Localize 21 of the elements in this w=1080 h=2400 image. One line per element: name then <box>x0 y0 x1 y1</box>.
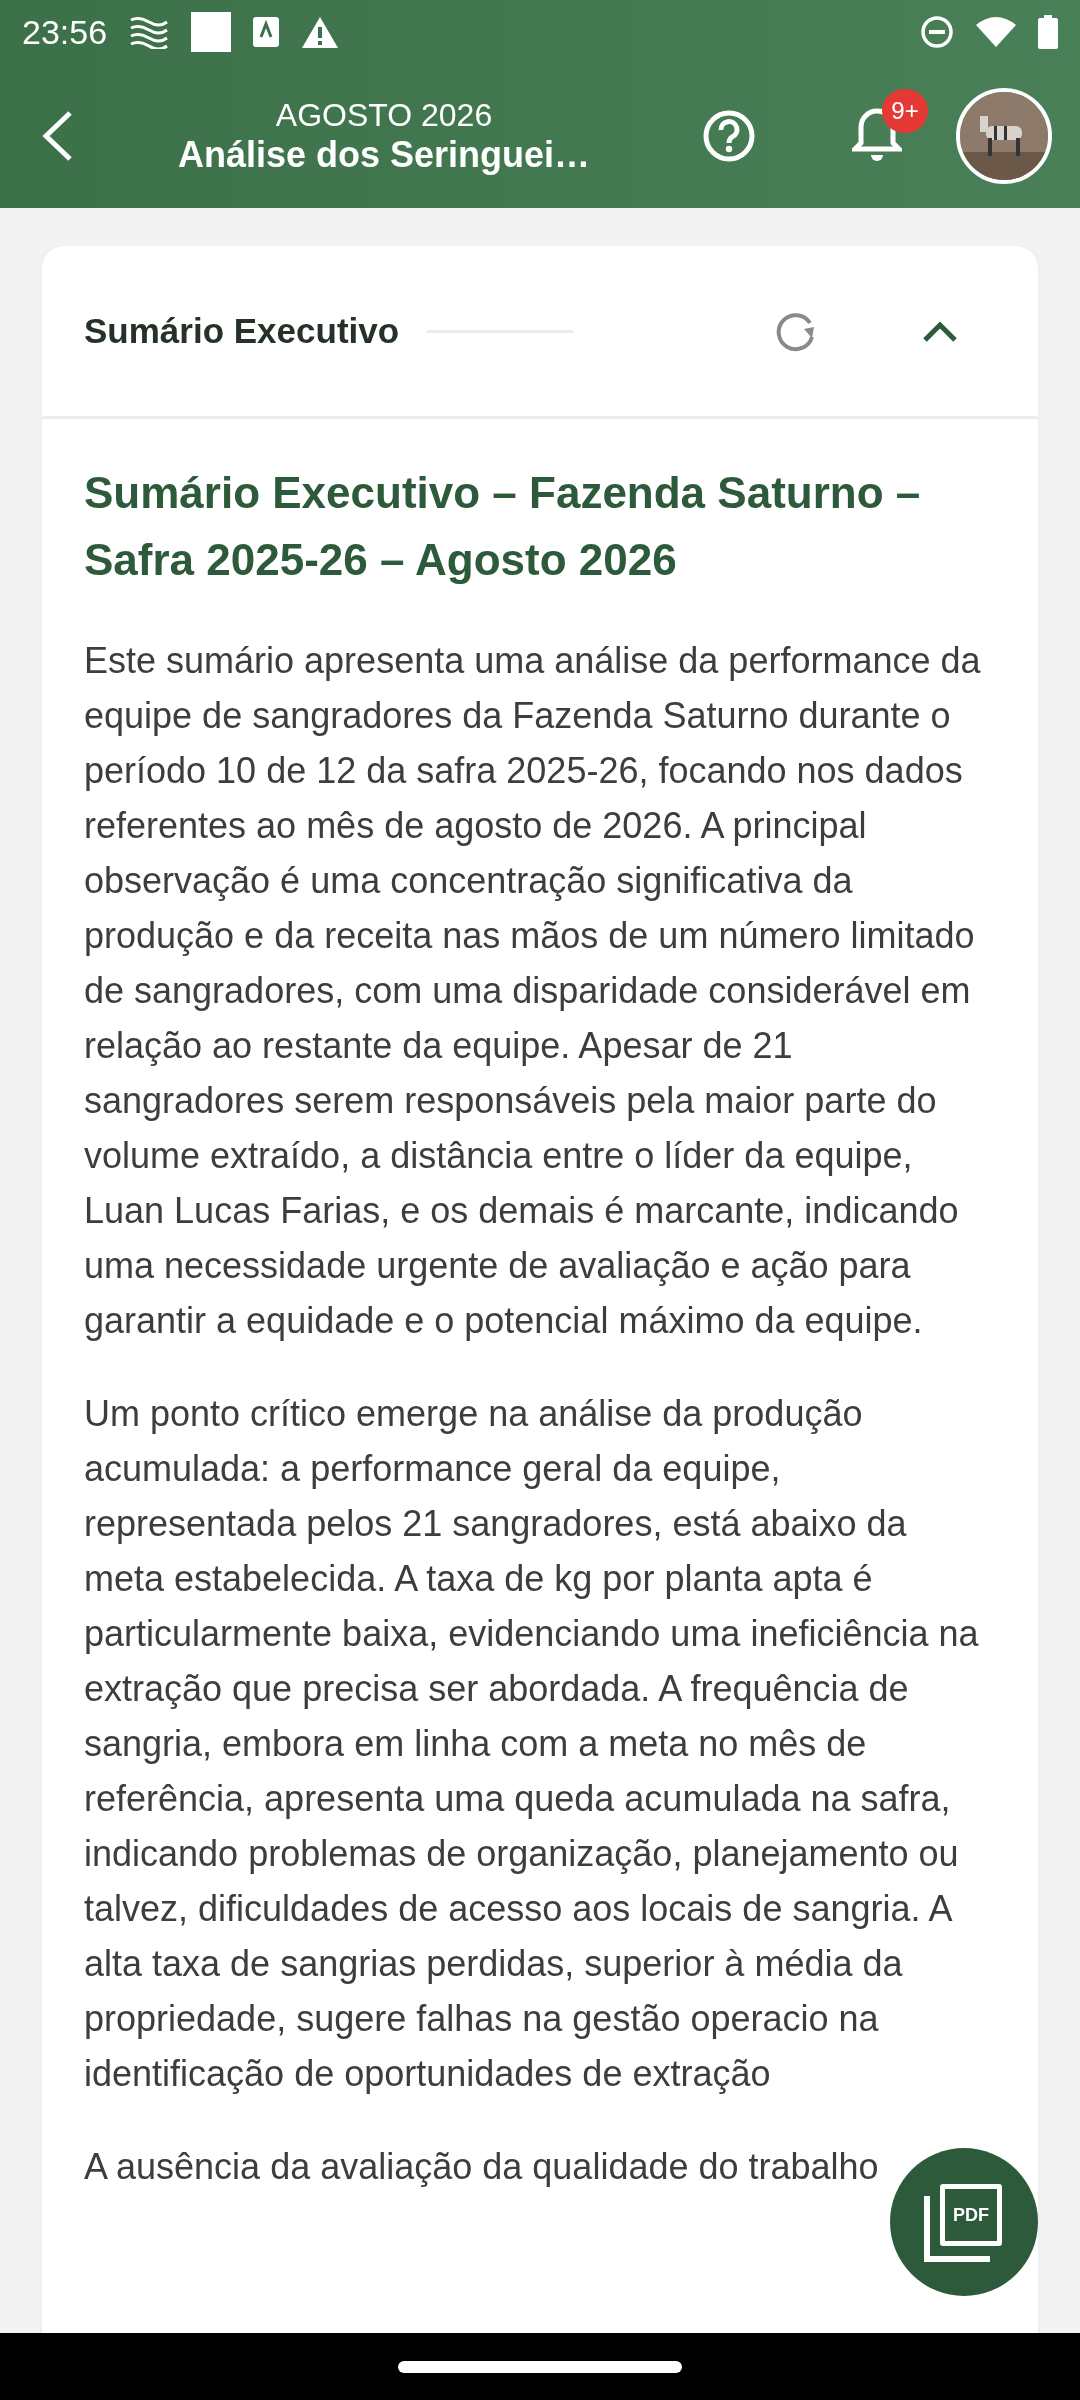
paragraph: Este sumário apresenta uma análise da performance da equipe de sangradores da Fazenda Saturno durante o período 10 de 12 da safra 2025-26, focando nos dados referentes ao mês de agosto de 2026. A principal observação é uma concentração significativa da produção e da receita nas mãos de um número limitado de sangradores, com uma disparidade considerável em relação ao restante da equipe. Apesar de 21 sangradores serem responsáveis pela maior parte do volume extraído, a distância entre o líder da equipe, Luan Lucas Farias, e os demais é marcante, indicando uma necessidade urgente de avaliação e ação para garantir a equidade e o potencial máximo da equipe. <box>84 639 982 1343</box>
notification-badge: 9+ <box>882 89 928 133</box>
home-indicator[interactable] <box>398 2360 682 2373</box>
wind-icon <box>129 15 170 49</box>
help-button[interactable] <box>702 109 756 163</box>
section-title: Sumário Executivo <box>84 311 400 351</box>
page-title: Análise dos Seringuei… <box>177 133 591 176</box>
battery-icon <box>1038 15 1058 49</box>
paragraph: A ausência da avaliação da qualidade do trabalho <box>84 2145 880 2189</box>
stack-icon <box>924 2196 990 2262</box>
collapse-button[interactable] <box>922 319 958 343</box>
square-icon <box>191 12 232 52</box>
wifi-icon <box>976 17 1016 47</box>
notifications-button[interactable]: 9+ <box>852 89 928 165</box>
do-not-disturb-icon <box>920 15 954 49</box>
month-label: AGOSTO 2026 <box>275 96 493 134</box>
back-icon <box>40 110 74 162</box>
clock: 23:56 <box>22 12 108 52</box>
paragraph: Um ponto crítico emerge na análise da produção acumulada: a performance geral da equipe, representada pelos 21 sangradores, está abaixo da meta estabelecida. A taxa de kg por planta apta é particularmente baixa, evidenciando uma ineficiência na extração que precisa ser abordada. A frequência de sangria, embora em linha com a meta no mês de referência, apresenta uma queda acumulada na safra, indicando problemas de organização, planejamento ou talvez, dificuldades de acesso aos locais de sangria. A alta taxa de sangrias perdidas, superior à média da propriedade, sugere falhas na gestão operacio na identificação de oportunidades de extração <box>84 1392 980 2096</box>
warning-icon <box>301 15 340 49</box>
summary-heading: Sumário Executivo – Fazenda Saturno – Safra 2025-26 – Agosto 2026 <box>84 467 922 586</box>
